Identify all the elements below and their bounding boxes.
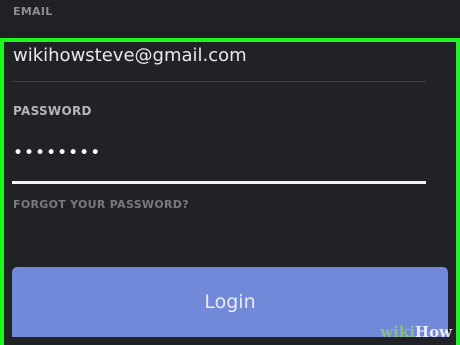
login-button-label: Login bbox=[204, 291, 256, 313]
email-label: EMAIL bbox=[13, 5, 53, 18]
wikihow-watermark: wikiHow bbox=[380, 323, 452, 341]
forgot-password-link[interactable]: FORGOT YOUR PASSWORD? bbox=[13, 198, 189, 211]
watermark-how: How bbox=[414, 323, 452, 341]
top-strip bbox=[0, 0, 460, 38]
password-label: PASSWORD bbox=[13, 104, 92, 118]
password-underline bbox=[12, 181, 426, 184]
email-field[interactable]: wikihowsteve@gmail.com bbox=[13, 45, 247, 66]
password-field[interactable]: •••••••• bbox=[13, 143, 101, 163]
login-screen: EMAIL wikihowsteve@gmail.com PASSWORD ••… bbox=[0, 0, 460, 345]
email-underline bbox=[12, 81, 426, 82]
watermark-wiki: wiki bbox=[380, 323, 415, 341]
